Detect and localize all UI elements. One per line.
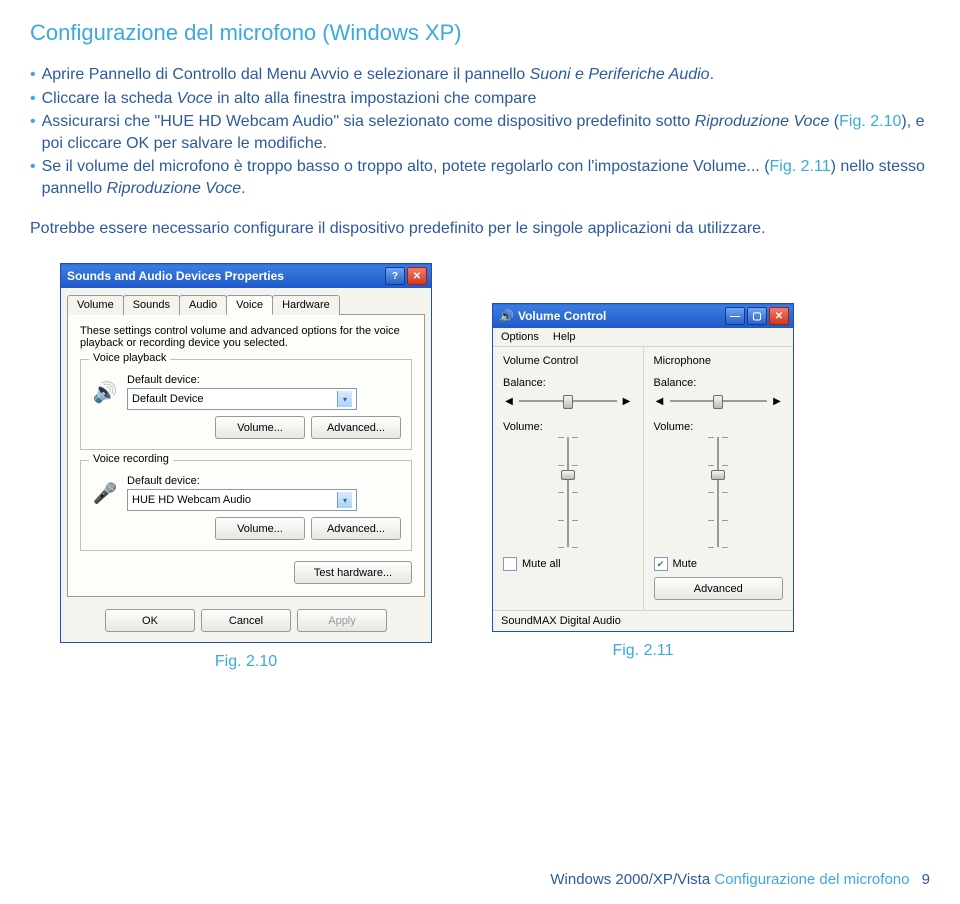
balance-slider[interactable]: ◀ ▶ xyxy=(503,393,633,409)
cancel-button[interactable]: Cancel xyxy=(201,609,291,632)
chevron-down-icon: ▾ xyxy=(337,391,352,407)
volume-label: Volume: xyxy=(503,421,633,433)
playback-advanced-button[interactable]: Advanced... xyxy=(311,416,401,439)
page-footer: Windows 2000/XP/Vista Configurazione del… xyxy=(550,871,930,888)
figure-caption: Fig. 2.10 xyxy=(215,653,277,671)
bullet-icon: • xyxy=(30,156,36,178)
ok-button[interactable]: OK xyxy=(105,609,195,632)
tab-strip: Volume Sounds Audio Voice Hardware xyxy=(61,288,431,314)
balance-slider[interactable]: ◀ ▶ xyxy=(654,393,784,409)
speaker-right-icon: ▶ xyxy=(621,395,633,407)
column-title: Microphone xyxy=(654,355,784,367)
voice-playback-group: Voice playback 🔊 Default device: Default… xyxy=(80,359,412,450)
volume-label: Volume: xyxy=(654,421,784,433)
recording-advanced-button[interactable]: Advanced... xyxy=(311,517,401,540)
balance-label: Balance: xyxy=(654,377,784,389)
tab-audio[interactable]: Audio xyxy=(179,295,227,315)
minimize-button[interactable]: — xyxy=(725,307,745,325)
mute-all-label: Mute all xyxy=(522,558,561,570)
apply-button[interactable]: Apply xyxy=(297,609,387,632)
volume-control-window: 🔊 Volume Control — ▢ ✕ Options Help Vol xyxy=(492,303,794,632)
titlebar[interactable]: 🔊 Volume Control — ▢ ✕ xyxy=(493,304,793,328)
column-title: Volume Control xyxy=(503,355,633,367)
playback-device-select[interactable]: Default Device ▾ xyxy=(127,388,357,410)
window-title: Sounds and Audio Devices Properties xyxy=(67,269,284,283)
group-title: Voice recording xyxy=(89,453,173,465)
titlebar[interactable]: Sounds and Audio Devices Properties ? ✕ xyxy=(61,264,431,288)
bullet-4: Se il volume del microfono è troppo bass… xyxy=(42,156,930,199)
status-bar: SoundMAX Digital Audio xyxy=(493,610,793,631)
volume-slider[interactable] xyxy=(654,437,784,547)
mute-label: Mute xyxy=(673,558,697,570)
microphone-column: Microphone Balance: ◀ ▶ Volume: xyxy=(643,347,794,610)
close-button[interactable]: ✕ xyxy=(769,307,789,325)
playback-volume-button[interactable]: Volume... xyxy=(215,416,305,439)
test-hardware-button[interactable]: Test hardware... xyxy=(294,561,412,584)
bullet-2: Cliccare la scheda Voce in alto alla fin… xyxy=(42,88,537,110)
mic-advanced-button[interactable]: Advanced xyxy=(654,577,784,600)
bullet-1: Aprire Pannello di Controllo dal Menu Av… xyxy=(42,64,714,86)
tab-description: These settings control volume and advanc… xyxy=(80,325,412,349)
speaker-icon: 🔊 xyxy=(91,378,119,406)
menu-help[interactable]: Help xyxy=(553,331,576,343)
page-heading: Configurazione del microfono (Windows XP… xyxy=(30,20,930,46)
mute-all-checkbox[interactable] xyxy=(503,557,517,571)
recording-volume-button[interactable]: Volume... xyxy=(215,517,305,540)
default-device-label: Default device: xyxy=(127,475,401,487)
maximize-button[interactable]: ▢ xyxy=(747,307,767,325)
tab-sounds[interactable]: Sounds xyxy=(123,295,180,315)
speaker-left-icon: ◀ xyxy=(654,395,666,407)
mute-checkbox[interactable]: ✔ xyxy=(654,557,668,571)
tab-hardware[interactable]: Hardware xyxy=(272,295,340,315)
default-device-label: Default device: xyxy=(127,374,401,386)
window-title: Volume Control xyxy=(518,309,606,323)
close-button[interactable]: ✕ xyxy=(407,267,427,285)
voice-recording-group: Voice recording 🎤 Default device: HUE HD… xyxy=(80,460,412,551)
volume-control-column: Volume Control Balance: ◀ ▶ Volume: xyxy=(493,347,643,610)
final-paragraph: Potrebbe essere necessario configurare i… xyxy=(30,218,930,240)
help-button[interactable]: ? xyxy=(385,267,405,285)
bullet-icon: • xyxy=(30,64,36,86)
app-icon: 🔊 xyxy=(499,309,514,323)
menu-options[interactable]: Options xyxy=(501,331,539,343)
group-title: Voice playback xyxy=(89,352,170,364)
recording-device-select[interactable]: HUE HD Webcam Audio ▾ xyxy=(127,489,357,511)
speaker-right-icon: ▶ xyxy=(771,395,783,407)
bullet-icon: • xyxy=(30,88,36,110)
tab-volume[interactable]: Volume xyxy=(67,295,124,315)
tab-voice[interactable]: Voice xyxy=(226,295,273,315)
chevron-down-icon: ▾ xyxy=(337,492,352,508)
sound-devices-properties-window: Sounds and Audio Devices Properties ? ✕ … xyxy=(60,263,432,643)
speaker-left-icon: ◀ xyxy=(503,395,515,407)
microphone-icon: 🎤 xyxy=(91,479,119,507)
volume-slider[interactable] xyxy=(503,437,633,547)
balance-label: Balance: xyxy=(503,377,633,389)
bullet-icon: • xyxy=(30,111,36,133)
bullet-3: Assicurarsi che "HUE HD Webcam Audio" si… xyxy=(42,111,930,154)
figure-caption: Fig. 2.11 xyxy=(612,642,673,660)
